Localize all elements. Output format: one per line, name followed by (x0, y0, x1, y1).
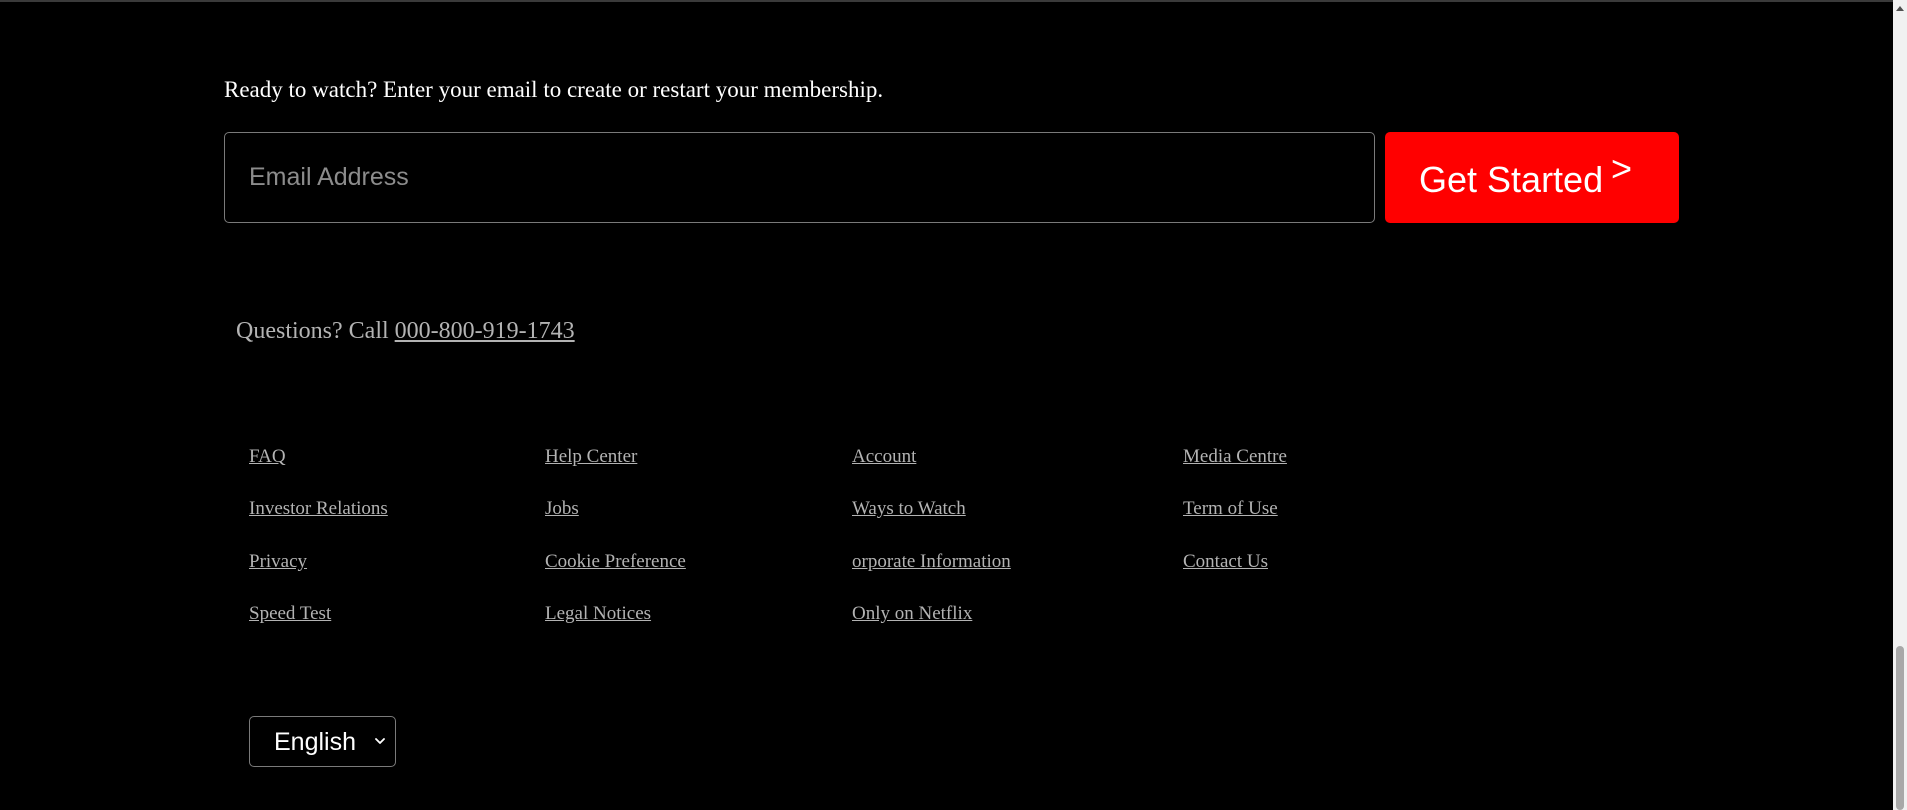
get-started-button[interactable]: Get Started > (1385, 132, 1679, 223)
language-selected-value: English (274, 728, 356, 756)
footer-link-cookie-preference[interactable]: Cookie Preference (545, 549, 686, 575)
chevron-down-icon (375, 738, 385, 744)
footer-link-privacy[interactable]: Privacy (249, 549, 307, 575)
triangle-up-icon[interactable] (1893, 0, 1907, 17)
footer-link-investor-relations[interactable]: Investor Relations (249, 496, 388, 522)
footer-link-speed-test[interactable]: Speed Test (249, 601, 331, 627)
email-input[interactable] (224, 132, 1375, 223)
phone-link[interactable]: 000-800-919-1743 (395, 318, 575, 344)
footer-link-media-centre[interactable]: Media Centre (1183, 444, 1287, 470)
footer-link-contact-us[interactable]: Contact Us (1183, 549, 1268, 575)
footer-link-faq[interactable]: FAQ (249, 444, 286, 470)
footer-link-account[interactable]: Account (852, 444, 916, 470)
chevron-right-icon: > (1611, 148, 1633, 189)
language-select[interactable]: English (249, 716, 396, 767)
footer-link-ways-to-watch[interactable]: Ways to Watch (852, 496, 966, 522)
footer-link-help-center[interactable]: Help Center (545, 444, 637, 470)
cta-text: Ready to watch? Enter your email to crea… (224, 77, 884, 102)
contact-line: Questions? Call 000-800-919-1743 (236, 314, 575, 348)
footer-link-corporate-information[interactable]: orporate Information (852, 549, 1011, 575)
footer-link-jobs[interactable]: Jobs (545, 496, 579, 522)
get-started-label: Get Started (1419, 159, 1604, 200)
contact-prefix: Questions? Call (236, 318, 395, 344)
footer-link-legal-notices[interactable]: Legal Notices (545, 601, 651, 627)
footer-link-only-on-netflix[interactable]: Only on Netflix (852, 601, 972, 627)
window-top-border (0, 0, 1907, 2)
footer-link-term-of-use[interactable]: Term of Use (1183, 496, 1278, 522)
scrollbar-thumb[interactable] (1896, 646, 1904, 810)
